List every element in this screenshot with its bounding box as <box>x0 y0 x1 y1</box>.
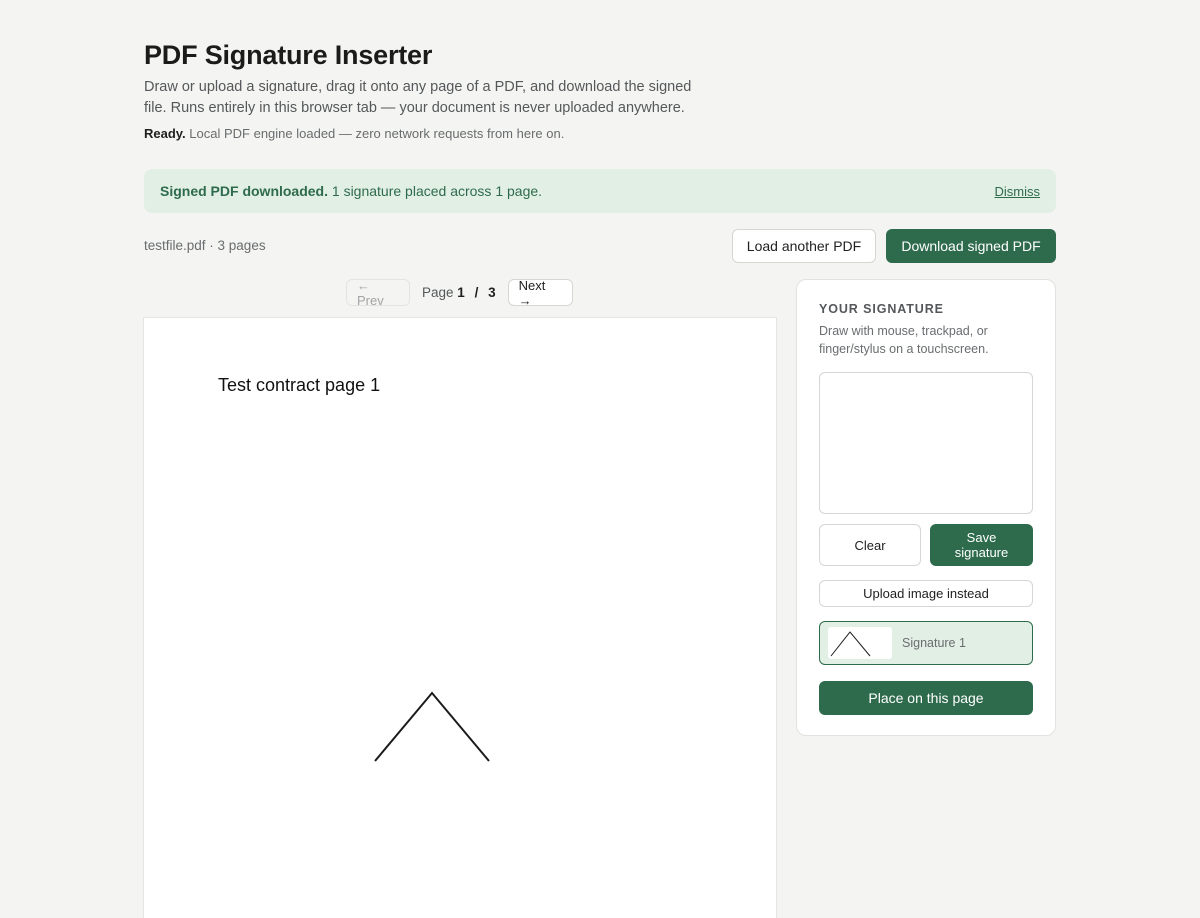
save-signature-button[interactable]: Save signature <box>930 524 1033 566</box>
total-pages: 3 <box>488 285 496 300</box>
place-on-page-button[interactable]: Place on this page <box>819 681 1033 715</box>
pdf-page-preview[interactable]: Test contract page 1 <box>144 318 776 918</box>
next-page-button[interactable]: Next → <box>507 278 573 308</box>
page-navigator: ← Prev Page 1 / 3 Next → <box>346 278 573 308</box>
banner-text: 1 signature placed across 1 page. <box>328 183 543 199</box>
panel-title: YOUR SIGNATURE <box>819 302 944 316</box>
signature-name: Signature 1 <box>902 636 966 650</box>
status-strong: Ready. <box>144 126 186 141</box>
page-title: PDF Signature Inserter <box>144 40 433 70</box>
file-info: testfile.pdf · 3 pages <box>144 238 266 253</box>
dismiss-link[interactable]: Dismiss <box>995 184 1041 199</box>
banner-message: Signed PDF downloaded. 1 signature place… <box>160 183 542 199</box>
saved-signature-item[interactable]: Signature 1 <box>819 621 1033 665</box>
signature-draw-pad[interactable] <box>819 372 1033 514</box>
page-word: Page <box>422 285 454 300</box>
pdf-page-text: Test contract page 1 <box>218 375 381 395</box>
load-another-pdf-button[interactable]: Load another PDF <box>732 229 876 263</box>
success-banner: Signed PDF downloaded. 1 signature place… <box>144 169 1056 213</box>
placed-signature[interactable] <box>372 688 492 764</box>
panel-hint: Draw with mouse, trackpad, or finger/sty… <box>819 324 989 356</box>
signature-panel: YOUR SIGNATURE Draw with mouse, trackpad… <box>796 279 1056 736</box>
page-indicator: Page 1 / 3 <box>422 285 496 300</box>
signature-thumbnail <box>828 627 892 659</box>
engine-status: Ready. Local PDF engine loaded — zero ne… <box>144 126 564 141</box>
download-signed-pdf-button[interactable]: Download signed PDF <box>886 229 1056 263</box>
page-separator: / <box>474 285 479 300</box>
banner-strong: Signed PDF downloaded. <box>160 183 328 199</box>
intro-text: Draw or upload a signature, drag it onto… <box>144 79 692 116</box>
status-text: Local PDF engine loaded — zero network r… <box>185 126 565 141</box>
clear-button[interactable]: Clear <box>819 524 921 566</box>
current-page: 1 <box>457 285 465 300</box>
upload-image-button[interactable]: Upload image instead <box>819 580 1033 607</box>
prev-page-button[interactable]: ← Prev <box>346 278 410 308</box>
